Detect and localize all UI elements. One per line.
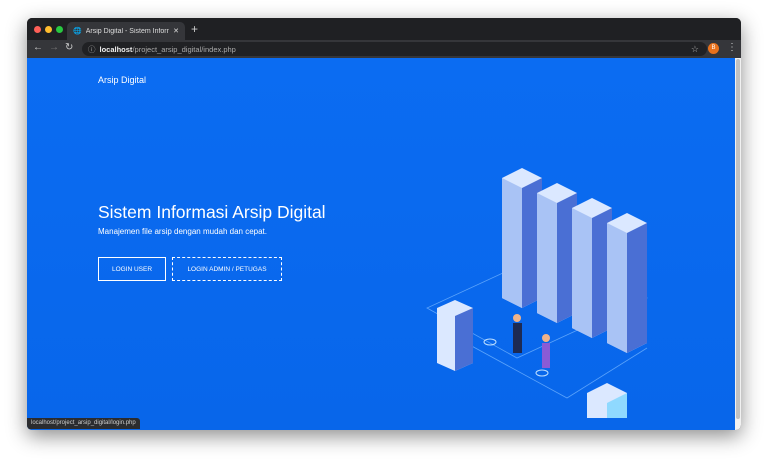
- status-bar: localhost/project_arsip_digital/login.ph…: [27, 418, 140, 429]
- profile-avatar[interactable]: B: [708, 43, 719, 54]
- login-user-button[interactable]: LOGIN USER: [98, 257, 166, 281]
- page-content: Arsip Digital Sistem Informasi Arsip Dig…: [27, 58, 735, 430]
- people-figures: [513, 314, 550, 368]
- url-path: /project_arsip_digital/index.php: [132, 44, 236, 54]
- tab-title: Arsip Digital - Sistem Informasi A: [85, 27, 169, 35]
- server-illustration: [426, 168, 648, 418]
- address-bar[interactable]: ⓘ localhost/project_arsip_digital/index.…: [82, 42, 707, 56]
- login-admin-button[interactable]: LOGIN ADMIN / PETUGAS: [172, 257, 282, 281]
- maximize-window-button[interactable]: [56, 26, 63, 33]
- menu-icon[interactable]: ⋮: [727, 42, 737, 53]
- page-title: Sistem Informasi Arsip Digital: [98, 202, 326, 222]
- forward-icon[interactable]: →: [49, 42, 59, 53]
- close-window-button[interactable]: [34, 26, 41, 33]
- page-subtitle: Manajemen file arsip dengan mudah dan ce…: [98, 227, 267, 236]
- reload-icon[interactable]: ↻: [65, 42, 73, 53]
- back-icon[interactable]: ←: [33, 42, 43, 53]
- scrollbar-thumb[interactable]: [736, 59, 740, 419]
- tab-bar: 🌐 Arsip Digital - Sistem Informasi A ✕ +: [27, 18, 741, 40]
- minimize-window-button[interactable]: [45, 26, 52, 33]
- close-tab-icon[interactable]: ✕: [173, 27, 179, 35]
- bookmark-star-icon[interactable]: ☆: [691, 44, 699, 55]
- browser-toolbar: ← → ↻ ⓘ localhost/project_arsip_digital/…: [27, 40, 741, 58]
- url-host: localhost: [99, 44, 133, 54]
- brand-link[interactable]: Arsip Digital: [98, 75, 146, 85]
- server-rack: [502, 168, 647, 353]
- browser-tab[interactable]: 🌐 Arsip Digital - Sistem Informasi A ✕: [67, 22, 185, 40]
- new-tab-button[interactable]: +: [191, 22, 198, 36]
- info-icon: ⓘ: [88, 44, 96, 54]
- browser-window: 🌐 Arsip Digital - Sistem Informasi A ✕ +…: [27, 18, 741, 430]
- scrollbar[interactable]: [735, 58, 741, 430]
- globe-icon: 🌐: [73, 28, 82, 35]
